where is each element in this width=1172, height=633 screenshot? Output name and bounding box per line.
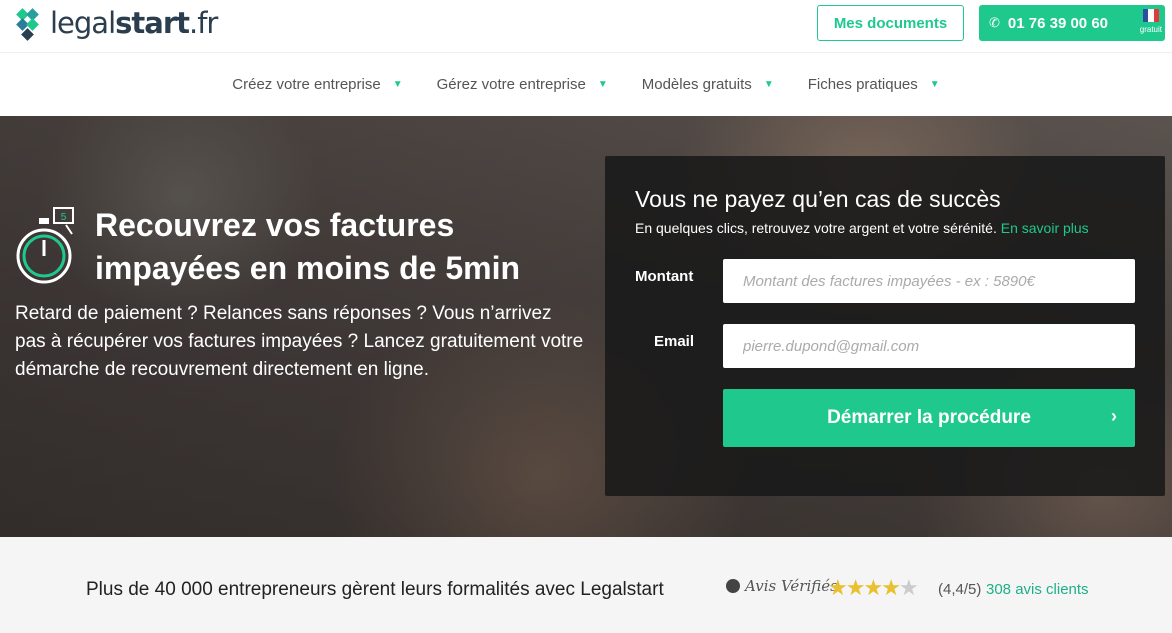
nav-item-label: Modèles gratuits xyxy=(641,76,752,93)
nav-item-creez[interactable]: Créez votre entreprise ▼ xyxy=(232,76,402,93)
nav-item-label: Créez votre entreprise xyxy=(232,76,381,93)
star-empty-icon: ★ xyxy=(898,575,919,600)
chevron-down-icon: ▼ xyxy=(763,79,774,90)
hero-section: 5 Recouvrez vos factures impayées en moi… xyxy=(0,116,1172,537)
email-input[interactable] xyxy=(723,324,1135,368)
phone-icon: ✆ xyxy=(989,15,1000,30)
star-icon: ★ xyxy=(863,575,883,600)
nav-item-modeles[interactable]: Modèles gratuits ▼ xyxy=(642,76,774,93)
trust-bar: Plus de 40 000 entrepreneurs gèrent leur… xyxy=(0,537,1172,633)
panel-title: Vous ne payez qu’en cas de succès xyxy=(635,186,1001,212)
chevron-right-icon: › xyxy=(1111,406,1117,426)
logo-text: legalstart.fr xyxy=(50,6,218,40)
signup-panel: Vous ne payez qu’en cas de succès En que… xyxy=(605,156,1165,496)
chevron-down-icon: ▼ xyxy=(597,79,608,90)
phone-button[interactable]: ✆ 01 76 39 00 60 gratuit xyxy=(979,5,1165,41)
nav-item-label: Gérez votre entreprise xyxy=(436,76,586,93)
avis-verifies-badge-icon xyxy=(726,579,740,593)
nav-item-gerez[interactable]: Gérez votre entreprise ▼ xyxy=(437,76,608,93)
panel-subtitle: En quelques clics, retrouvez votre argen… xyxy=(635,220,1089,236)
top-header: legalstart.fr Mes documents ✆ 01 76 39 0… xyxy=(0,0,1172,53)
amount-label: Montant xyxy=(635,268,694,285)
start-procedure-label: Démarrer la procédure xyxy=(827,407,1031,428)
start-procedure-button[interactable]: Démarrer la procédure › xyxy=(723,389,1135,447)
nav-item-fiches[interactable]: Fiches pratiques ▼ xyxy=(808,76,940,93)
learn-more-link[interactable]: En savoir plus xyxy=(1001,220,1089,236)
stopwatch-icon: 5 xyxy=(16,207,74,284)
nav-item-label: Fiches pratiques xyxy=(807,76,918,93)
main-nav: Créez votre entreprise ▼ Gérez votre ent… xyxy=(0,53,1172,116)
email-label: Email xyxy=(654,333,695,350)
star-icon: ★ xyxy=(881,575,901,600)
star-icon: ★ xyxy=(845,575,866,600)
stopwatch-number: 5 xyxy=(61,212,67,223)
avis-verifies-logo[interactable]: Avis Vérifiés xyxy=(726,577,838,595)
hero-description: Retard de paiement ? Relances sans répon… xyxy=(15,303,584,380)
hero-title: Recouvrez vos factures impayées en moins… xyxy=(95,207,521,286)
mes-documents-button[interactable]: Mes documents xyxy=(817,5,964,41)
phone-number: 01 76 39 00 60 xyxy=(1007,14,1108,32)
amount-input[interactable] xyxy=(723,259,1135,303)
chevron-down-icon: ▼ xyxy=(929,79,940,90)
rating-stars: ★★★★★ xyxy=(828,575,919,601)
french-flag-icon xyxy=(1143,9,1159,22)
logo-mark-icon xyxy=(16,6,46,41)
chevron-down-icon: ▼ xyxy=(392,79,403,90)
star-icon: ★ xyxy=(828,575,848,600)
avis-verifies-name: Avis Vérifiés xyxy=(745,577,838,595)
legalstart-logo[interactable]: legalstart.fr xyxy=(16,6,218,41)
rating-score: (4,4/5) xyxy=(938,581,982,598)
gratuit-label: gratuit xyxy=(1139,25,1162,34)
reviews-link[interactable]: 308 avis clients xyxy=(986,581,1089,598)
trust-statement: Plus de 40 000 entrepreneurs gèrent leur… xyxy=(86,579,664,600)
